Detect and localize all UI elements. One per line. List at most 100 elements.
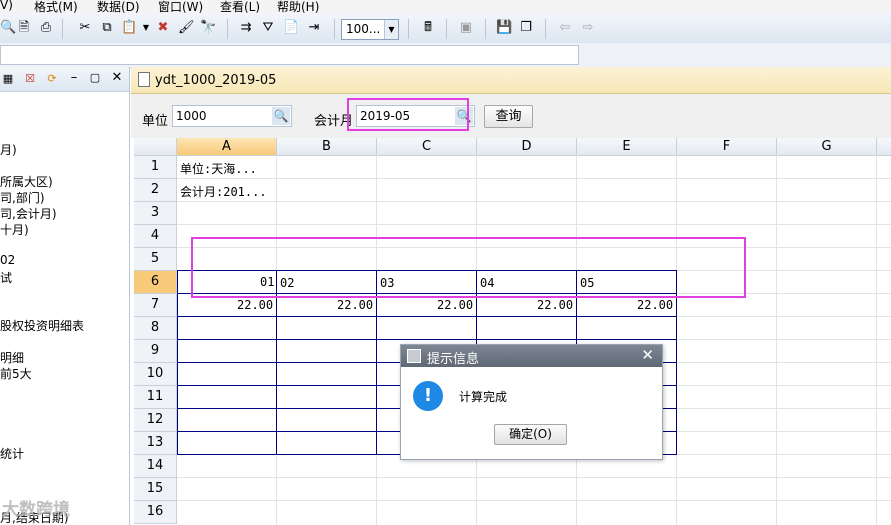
document-title: ydt_1000_2019-05 [155,73,277,88]
panel-tree-icon[interactable]: ▦ [0,72,16,86]
zoom-select[interactable]: 100... ▼ [341,19,399,40]
row-header-15[interactable]: 15 [134,478,177,501]
copy-icon[interactable]: ⧉ [99,21,115,35]
print-icon[interactable]: ⎙ [38,21,54,35]
table-border [177,270,178,454]
save-icon[interactable]: 💾 [496,21,512,35]
grid-line [177,201,891,202]
restore-icon[interactable]: ▢ [87,71,103,85]
select-all-corner[interactable] [134,138,177,156]
row-header-3[interactable]: 3 [134,202,177,225]
menu-item-data[interactable]: 数据(D) [97,0,140,13]
watermark-logo: 大数跨境 [2,500,70,520]
column-header-f[interactable]: F [677,138,777,156]
paste-icon[interactable]: 📋 [121,21,137,35]
calculator-icon[interactable]: 🖩 [420,21,436,35]
export-icon[interactable]: ⇥ [306,21,322,35]
format-painter-icon[interactable]: 🖌 [178,21,195,35]
menu-item-format[interactable]: 格式(M) [34,0,78,13]
minimize-icon[interactable]: – [66,71,82,85]
left-panel-item[interactable]: 统计 [0,445,24,462]
row-header-8[interactable]: 8 [134,317,177,340]
row-header-10[interactable]: 10 [134,363,177,386]
query-button[interactable]: 查询 [484,105,533,128]
stamp-icon[interactable]: ▣ [458,21,474,35]
report-icon[interactable]: 📄 [283,21,299,35]
row-header-12[interactable]: 12 [134,409,177,432]
row-header-2[interactable]: 2 [134,179,177,202]
close-icon[interactable]: ✕ [109,71,125,85]
dialog-title-bar[interactable]: 提示信息 ✕ [401,345,662,367]
left-panel-item[interactable]: 所属大区) [0,173,53,190]
insert-icon[interactable]: ⇉ [238,21,254,35]
info-icon: ! [413,381,443,411]
cell-b7[interactable]: 22.00 [337,298,373,312]
row-header-7[interactable]: 7 [134,294,177,317]
back-arrow-icon[interactable]: ⇦ [557,21,573,35]
column-header-e[interactable]: E [577,138,677,156]
row-header-4[interactable]: 4 [134,225,177,248]
spreadsheet: A B C D E F G 1 2 3 4 5 6 7 8 9 10 11 12… [134,138,891,525]
column-header-c[interactable]: C [377,138,477,156]
column-header-a[interactable]: A [177,138,277,156]
print-preview-icon[interactable]: 🗎 [16,21,32,35]
search-icon[interactable]: 🔍 [272,107,290,125]
window-icon[interactable]: ❐ [518,21,534,35]
row-header-1[interactable]: 1 [134,156,177,179]
formula-input[interactable] [0,45,579,65]
column-header-g[interactable]: G [777,138,877,156]
left-panel-item[interactable]: 股权投资明细表 [0,317,84,334]
left-panel-item[interactable]: 前5大 [0,365,32,382]
row-header-11[interactable]: 11 [134,386,177,409]
cell-a1[interactable]: 单位:天海... [180,160,257,177]
row-header-13[interactable]: 13 [134,432,177,455]
cell-a2[interactable]: 会计月:201... [180,183,267,200]
toolbar-separator [227,19,228,39]
forward-arrow-icon[interactable]: ⇨ [580,21,596,35]
filter-icon[interactable]: ⛛ [260,21,276,35]
table-border [177,339,677,340]
cell-d7[interactable]: 22.00 [537,298,573,312]
menu-item-view[interactable]: 查看(L) [220,0,260,13]
grid-line [776,155,777,525]
row-header-6[interactable]: 6 [134,271,177,294]
paste-dropdown-icon[interactable]: ▼ [138,21,154,35]
toolbar-separator [485,19,486,39]
dialog-message: 计算完成 [459,390,508,404]
column-header-d[interactable]: D [477,138,577,156]
row-header-9[interactable]: 9 [134,340,177,363]
unit-field[interactable]: 1000 🔍 [172,105,292,127]
close-icon[interactable]: ✕ [641,346,654,364]
left-panel-item[interactable]: 司,部门) [0,189,45,206]
cell-e7[interactable]: 22.00 [637,298,673,312]
menu-item-help[interactable]: 帮助(H) [277,0,319,13]
left-panel-item[interactable]: 月) [0,141,17,158]
panel-refresh-icon[interactable]: ⟳ [44,72,60,86]
delete-icon[interactable]: ✖ [155,21,171,35]
search-icon[interactable]: 🔍 [0,21,16,35]
ok-button[interactable]: 确定(O) [494,424,567,445]
highlight-box-rows [191,237,746,298]
menu-item-window[interactable]: 窗口(W) [158,0,203,13]
chevron-down-icon[interactable]: ▼ [384,20,398,39]
document-tab[interactable]: ydt_1000_2019-05 [131,67,891,94]
cell-a7[interactable]: 22.00 [237,298,273,312]
left-panel-item[interactable]: 明细 [0,349,24,366]
row-header-16[interactable]: 16 [134,501,177,524]
left-panel-item[interactable]: 十月) [0,221,29,238]
left-panel-item[interactable]: 试 [0,269,12,286]
row-header-14[interactable]: 14 [134,455,177,478]
unit-value: 1000 [176,109,207,123]
cell-c7[interactable]: 22.00 [437,298,473,312]
cut-icon[interactable]: ✂ [77,21,93,35]
grid-line [177,500,891,501]
left-panel-item[interactable]: 司,会计月) [0,205,57,222]
left-panel-item[interactable]: 02 [0,253,15,267]
column-header-b[interactable]: B [277,138,377,156]
menu-item-view-partial[interactable]: V) [0,0,13,12]
panel-delete-icon[interactable]: ☒ [22,72,38,86]
column-header-next[interactable] [877,138,891,156]
menubar: V) 格式(M) 数据(D) 窗口(W) 查看(L) 帮助(H) [0,0,891,13]
row-header-5[interactable]: 5 [134,248,177,271]
find-icon[interactable]: 🔭 [200,21,216,35]
